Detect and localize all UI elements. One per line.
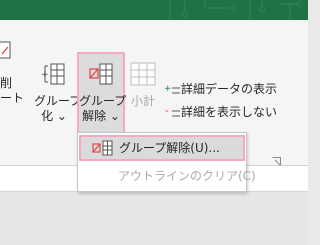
worksheet-area[interactable] — [0, 192, 308, 245]
menu-item-ungroup-label: グループ解除(U)... — [119, 141, 220, 155]
ungroup-dropdown-menu: グループ解除(U)... アウトラインのクリア(C) — [77, 132, 256, 192]
show-detail-button[interactable]: + 詳細データの表示 — [163, 80, 277, 98]
ungroup-label-2: 解除 ⌄ — [82, 109, 120, 123]
hide-detail-icon: - — [163, 103, 181, 121]
title-bar-pattern — [169, 0, 303, 20]
group-label-2: 化 ⌄ — [41, 109, 67, 123]
ungroup-icon — [89, 63, 113, 85]
subtotal-label: 小計 — [130, 94, 155, 108]
subtotal-icon — [130, 62, 156, 86]
hide-detail-label: 詳細を表示しない — [181, 105, 278, 119]
ungroup-label-1: グループ — [79, 94, 127, 108]
title-bar — [0, 0, 308, 20]
hide-detail-button[interactable]: - 詳細を表示しない — [163, 103, 277, 121]
show-detail-label: 詳細データの表示 — [181, 82, 278, 96]
svg-text:+: + — [41, 70, 49, 80]
show-detail-icon: + — [163, 80, 181, 98]
group-label-1: グループ — [34, 94, 82, 108]
svg-text:+: + — [164, 84, 172, 94]
menu-item-ungroup[interactable]: グループ解除(U)... — [79, 135, 245, 161]
group-icon: + — [41, 63, 65, 85]
cut-off-icon — [0, 41, 11, 59]
menu-item-clear-outline[interactable]: アウトラインのクリア(C) — [78, 164, 256, 188]
dialog-launcher-icon[interactable] — [272, 157, 281, 166]
ungroup-menu-icon — [92, 140, 113, 156]
menu-item-clear-outline-label: アウトラインのクリア(C) — [118, 169, 256, 183]
cut-off-label-2: ート — [0, 91, 25, 105]
svg-text:-: - — [165, 106, 169, 117]
cut-off-ribbon-button[interactable]: 削 ート — [0, 38, 25, 128]
cut-off-label-1: 削 — [0, 76, 13, 90]
group-button[interactable]: + グループ 化 ⌄ — [34, 60, 82, 148]
